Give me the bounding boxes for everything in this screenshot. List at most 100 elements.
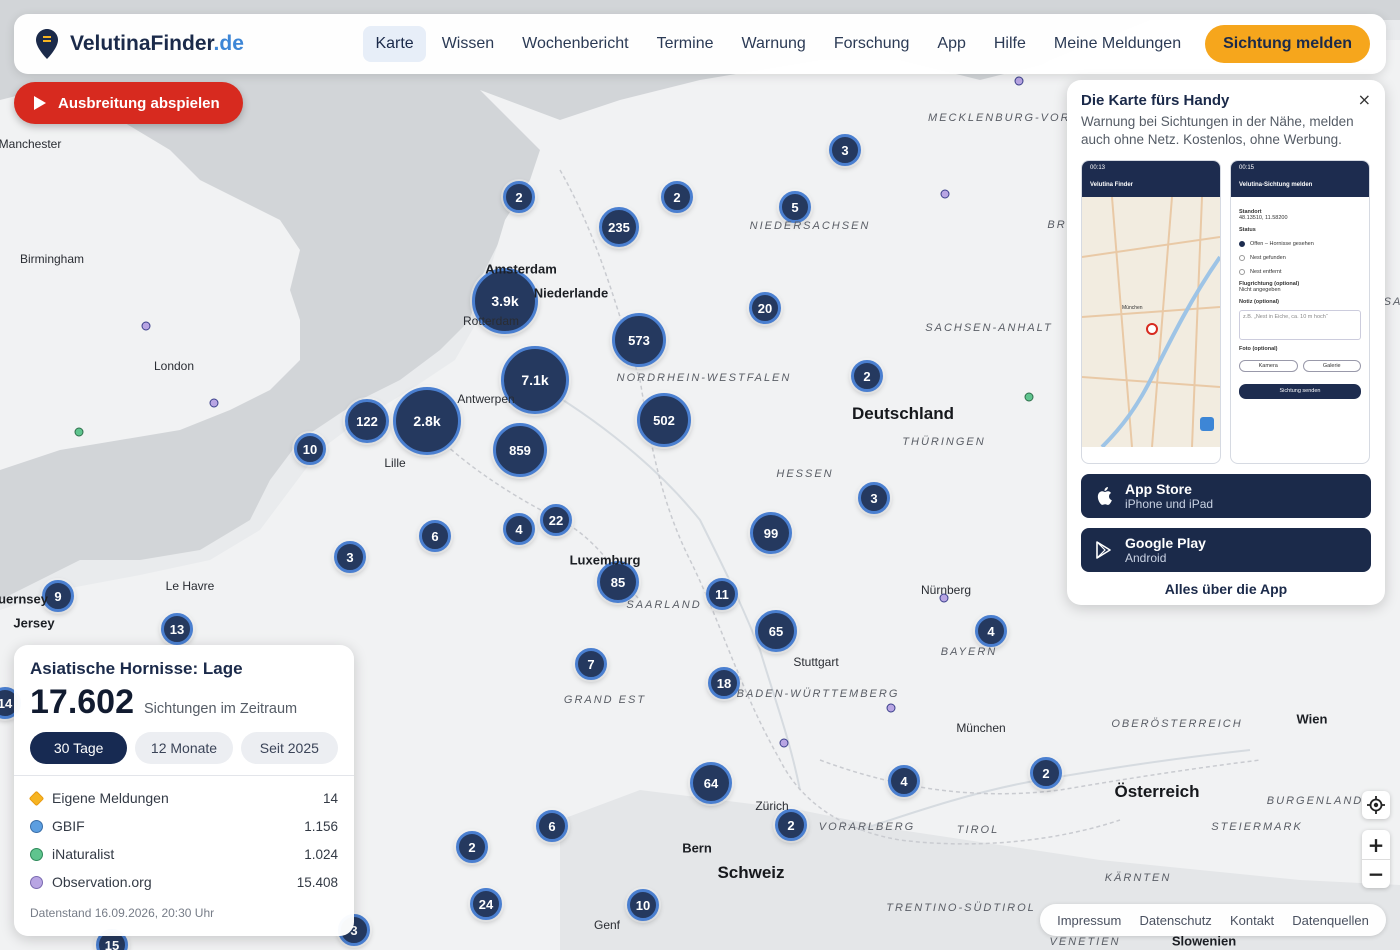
source-row-gbif[interactable]: GBIF 1.156 — [30, 812, 338, 840]
sighting-point[interactable] — [940, 189, 950, 199]
sighting-point[interactable] — [74, 427, 84, 437]
nav-item-wissen[interactable]: Wissen — [430, 26, 506, 62]
phone-map-graphic: München — [1082, 196, 1220, 449]
app-card-description: Warnung bei Sichtungen in der Nähe, meld… — [1081, 114, 1354, 147]
sighting-cluster[interactable]: 6 — [536, 810, 568, 842]
form-send-button: Sichtung senden — [1239, 384, 1361, 399]
sighting-cluster[interactable]: 3 — [334, 541, 366, 573]
sighting-point[interactable] — [1014, 76, 1024, 86]
brand-tld: .de — [213, 32, 244, 55]
sighting-cluster[interactable]: 502 — [637, 393, 691, 447]
close-icon[interactable]: × — [1358, 90, 1371, 109]
phone-screenshot-map: 00:13 Velutina Finder München — [1081, 160, 1221, 464]
source-row-eigene[interactable]: Eigene Meldungen 14 — [28, 784, 338, 812]
sighting-cluster[interactable]: 13 — [161, 613, 193, 645]
app-store-button[interactable]: App Store iPhone und iPad — [1081, 474, 1371, 518]
sighting-cluster[interactable]: 10 — [627, 889, 659, 921]
brand-name-text: VelutinaFinder — [70, 32, 214, 55]
sighting-cluster[interactable]: 2 — [775, 809, 807, 841]
app-info-link[interactable]: Alles über die App — [1081, 581, 1371, 597]
footer-link-datenquellen[interactable]: Datenquellen — [1292, 913, 1369, 928]
divider — [14, 775, 354, 776]
sighting-cluster[interactable]: 122 — [345, 399, 389, 443]
sighting-point[interactable] — [886, 703, 896, 713]
sighting-cluster[interactable]: 2 — [1030, 757, 1062, 789]
place-label: KÄRNTEN — [1104, 872, 1172, 884]
sighting-cluster[interactable]: 99 — [750, 512, 792, 554]
place-label: OBERÖSTERREICH — [1111, 718, 1243, 730]
sighting-cluster[interactable]: 2 — [661, 181, 693, 213]
report-sighting-button[interactable]: Sichtung melden — [1205, 25, 1370, 63]
source-label: iNaturalist — [52, 846, 115, 862]
place-label: Schweiz — [717, 863, 785, 882]
source-label: GBIF — [52, 818, 85, 834]
footer-link-impressum[interactable]: Impressum — [1057, 913, 1121, 928]
nav-item-hilfe[interactable]: Hilfe — [982, 26, 1038, 62]
zoom-in-button[interactable]: + — [1362, 830, 1390, 859]
nav-item-forschung[interactable]: Forschung — [822, 26, 922, 62]
sighting-cluster[interactable]: 6 — [419, 520, 451, 552]
sighting-cluster[interactable]: 573 — [612, 313, 666, 367]
tab-seit-2025[interactable]: Seit 2025 — [240, 732, 338, 764]
phone-report-form: Standort 48.13510, 11.58200 Status Offen… — [1231, 197, 1369, 405]
source-row-observation[interactable]: Observation.org 15.408 — [30, 868, 338, 896]
observation-dot-icon — [30, 875, 43, 889]
tab-12-monate[interactable]: 12 Monate — [135, 732, 233, 764]
sighting-cluster[interactable]: 10 — [294, 433, 326, 465]
sighting-point[interactable] — [779, 738, 789, 748]
sighting-cluster[interactable]: 2 — [456, 831, 488, 863]
phone-map-city: München — [1122, 305, 1143, 311]
sighting-point[interactable] — [141, 321, 151, 331]
sighting-cluster[interactable]: 2 — [851, 360, 883, 392]
period-tabs: 30 Tage 12 Monate Seit 2025 — [30, 732, 338, 764]
sighting-cluster[interactable]: 22 — [540, 504, 572, 536]
google-play-button[interactable]: Google Play Android — [1081, 528, 1371, 572]
sighting-cluster[interactable]: 3 — [829, 134, 861, 166]
nav-item-termine[interactable]: Termine — [645, 26, 726, 62]
form-galerie-button: Galerie — [1302, 360, 1361, 372]
tab-30-tage[interactable]: 30 Tage — [30, 732, 128, 764]
place-label: BADEN-WÜRTTEMBERG — [736, 688, 900, 700]
place-label: NIEDERSACHSEN — [749, 220, 871, 232]
place-label: BURGENLAND — [1266, 795, 1364, 807]
nav-item-wochenbericht[interactable]: Wochenbericht — [510, 26, 640, 62]
sighting-cluster[interactable]: 18 — [708, 667, 740, 699]
locate-me-button[interactable] — [1362, 791, 1390, 819]
nav-item-warnung[interactable]: Warnung — [729, 26, 817, 62]
sighting-cluster[interactable]: 4 — [503, 513, 535, 545]
sighting-cluster[interactable]: 2.8k — [393, 387, 461, 455]
nav-item-app[interactable]: App — [925, 26, 977, 62]
sighting-point[interactable] — [209, 398, 219, 408]
sighting-cluster[interactable]: 11 — [706, 578, 738, 610]
place-label: Niederlande — [533, 285, 609, 301]
sighting-cluster[interactable]: 3 — [858, 482, 890, 514]
sighting-cluster[interactable]: 859 — [493, 423, 547, 477]
footer-link-datenschutz[interactable]: Datenschutz — [1140, 913, 1212, 928]
sighting-cluster[interactable]: 24 — [470, 888, 502, 920]
top-navigation-bar: VelutinaFinder.de Karte Wissen Wochenber… — [14, 14, 1386, 74]
place-label: Zürich — [755, 799, 789, 813]
sighting-cluster[interactable]: 7 — [575, 648, 607, 680]
source-list: Eigene Meldungen 14 GBIF 1.156 iNaturali… — [28, 784, 338, 896]
sighting-cluster[interactable]: 65 — [755, 610, 797, 652]
sighting-cluster[interactable]: 64 — [690, 762, 732, 804]
play-spread-button[interactable]: Ausbreitung abspielen — [14, 82, 243, 124]
google-play-sub: Android — [1125, 551, 1167, 565]
brand-logo[interactable]: VelutinaFinder.de — [36, 29, 244, 59]
sighting-cluster[interactable]: 4 — [888, 765, 920, 797]
form-photo-buttons: Kamera Galerie — [1239, 360, 1361, 372]
sighting-cluster[interactable]: 5 — [779, 191, 811, 223]
footer-link-kontakt[interactable]: Kontakt — [1230, 913, 1274, 928]
sighting-point[interactable] — [1024, 392, 1034, 402]
nav-item-karte[interactable]: Karte — [363, 26, 426, 62]
source-row-inaturalist[interactable]: iNaturalist 1.024 — [30, 840, 338, 868]
sighting-cluster[interactable]: 235 — [599, 207, 639, 247]
sighting-cluster[interactable]: 2 — [503, 181, 535, 213]
phone-screenshot-report: 00:15 Velutina-Sichtung melden Standort … — [1230, 160, 1370, 464]
sighting-cluster[interactable]: 4 — [975, 615, 1007, 647]
place-label: München — [956, 721, 1006, 735]
sighting-cluster[interactable]: 20 — [749, 292, 781, 324]
zoom-out-button[interactable]: − — [1362, 859, 1390, 888]
app-store-sub: iPhone und iPad — [1125, 497, 1214, 511]
nav-item-meine-meldungen[interactable]: Meine Meldungen — [1042, 26, 1193, 62]
